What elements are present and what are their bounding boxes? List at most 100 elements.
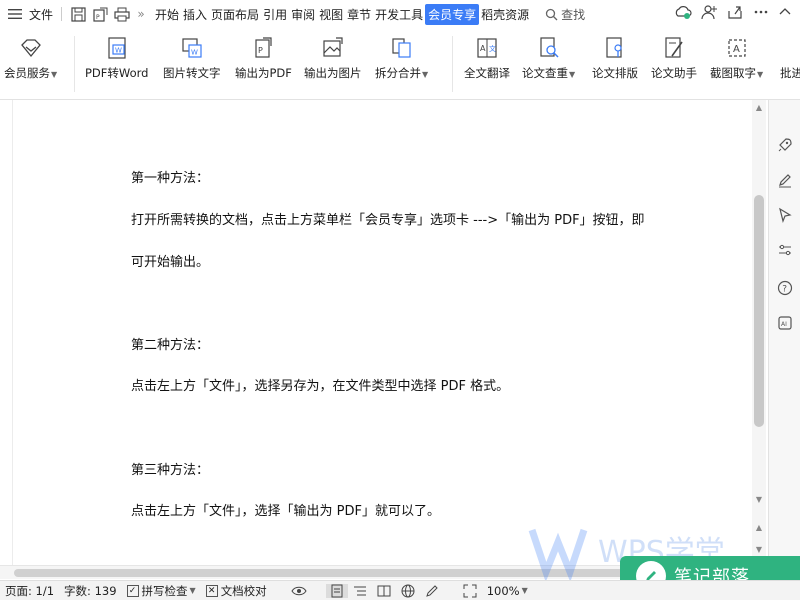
checkbox-icon: ✓ [126,584,139,597]
method-three-heading: 第三种方法： [131,463,210,478]
share-icon[interactable] [726,3,744,21]
export-image-button[interactable]: 输出为图片 [304,36,362,81]
full-translate-label: 全文翻译 [464,66,510,80]
svg-text:?: ? [782,285,787,295]
tab-view[interactable]: 视图 [317,6,345,23]
pdf-to-word-label: PDF转Word [85,66,149,80]
pen-mode-icon[interactable] [420,584,444,598]
tab-insert[interactable]: 插入 [181,6,209,23]
member-service-button[interactable]: 会员服务▼ [4,36,57,81]
vertical-scrollbar[interactable]: ▲ ▼ ▲ ▼ [752,100,766,565]
ai-assistant-icon[interactable]: AI [777,315,793,331]
rocket-icon[interactable] [777,137,793,153]
export-image-icon [323,37,343,57]
tab-chapter[interactable]: 章节 [345,6,373,23]
paper-assistant-button[interactable]: 论文助手 [651,36,697,81]
ribbon-toolbar: 会员服务▼ W PDF转Word W 图片转文字 P 输出为PDF 输出为图片 … [0,28,800,100]
screenshot-text-label: 截图取字 [710,66,756,80]
save-icon[interactable] [67,3,89,25]
paper-assistant-icon [665,37,683,58]
export-pdf-icon: P [255,37,273,58]
cursor-icon[interactable] [777,207,793,223]
scroll-down-arrow-icon[interactable]: ▼ [754,495,764,504]
svg-text:A: A [480,44,486,53]
print-icon[interactable] [111,3,133,25]
plagiarism-check-label: 论文查重 [522,66,568,80]
zoom-level[interactable]: 100% ▼ [482,584,533,598]
document-page[interactable]: 第一种方法： 打开所需转换的文档，点击上方菜单栏「会员专享」选项卡 --->「输… [12,100,752,565]
page-view-icon[interactable] [325,583,348,598]
export-image-label: 输出为图片 [304,66,362,80]
method-one-heading: 第一种方法： [131,171,210,186]
tab-review[interactable]: 审阅 [289,6,317,23]
plagiarism-check-icon [539,37,559,58]
tab-developer[interactable]: 开发工具 [373,6,425,23]
search-box[interactable]: 查找 [545,6,585,23]
full-translate-button[interactable]: A文 全文翻译 [464,36,510,81]
divider [61,7,63,21]
svg-text:文: 文 [489,44,496,53]
divider [452,36,453,92]
plagiarism-check-button[interactable]: 论文查重▼ [522,36,575,81]
eye-icon[interactable] [286,585,312,597]
side-panel: ? AI [768,100,800,565]
window-actions [674,3,792,21]
sliders-icon[interactable] [777,242,793,258]
search-icon [546,8,558,20]
batch-button[interactable]: 批进 [780,65,800,81]
batch-label: 批进 [780,66,800,80]
paper-assistant-label: 论文助手 [651,66,697,80]
method-three-text: 点击左上方「文件」，选择「输出为 PDF」就可以了。 [131,504,440,519]
page-count[interactable]: 页面: 1/1 [0,583,59,599]
chevron-down-icon: ▼ [521,586,528,595]
tab-member[interactable]: 会员专享 [425,3,480,25]
tab-home[interactable]: 开始 [153,6,181,23]
chevron-up-icon[interactable] [778,3,792,21]
paper-layout-label: 论文排版 [592,66,638,80]
proofread-button[interactable]: ✕ 文档校对 [201,583,272,599]
share-user-icon[interactable] [700,3,718,21]
tab-docer[interactable]: 稻壳资源 [479,6,531,23]
tab-page-layout[interactable]: 页面布局 [209,6,261,23]
pen-icon[interactable] [777,172,793,188]
export-pdf-label: 输出为PDF [235,66,292,80]
help-icon[interactable]: ? [777,280,793,296]
menu-icon[interactable] [4,3,26,25]
export-icon[interactable]: P [89,3,111,25]
split-merge-label: 拆分合并 [375,66,421,80]
screenshot-text-button[interactable]: A 截图取字▼ [710,36,763,81]
tab-references[interactable]: 引用 [261,6,289,23]
paper-layout-button[interactable]: 论文排版 [592,36,638,81]
fit-page-icon[interactable] [458,584,482,598]
vertical-scroll-thumb[interactable] [754,195,764,427]
svg-text:W: W [191,49,198,57]
cloud-sync-icon[interactable] [674,3,692,21]
document-area[interactable]: 第一种方法： 打开所需转换的文档，点击上方菜单栏「会员专享」选项卡 --->「输… [0,100,768,565]
more-chevron-icon[interactable]: » [133,3,149,25]
more-options-icon[interactable] [752,3,770,21]
svg-text:A: A [733,44,740,55]
split-merge-button[interactable]: 拆分合并▼ [375,36,428,81]
outline-view-icon[interactable] [348,585,372,597]
file-menu[interactable]: 文件 [26,6,56,23]
svg-text:W: W [115,47,122,55]
pdf-to-word-button[interactable]: W PDF转Word [85,36,148,81]
scroll-up-arrow-icon[interactable]: ▲ [754,103,764,112]
svg-text:P: P [258,46,263,55]
method-one-text-line1: 打开所需转换的文档，点击上方菜单栏「会员专享」选项卡 --->「输出为 PDF」… [131,213,645,228]
diamond-icon [20,39,41,58]
method-one-text-line2: 可开始输出。 [131,255,210,270]
word-count[interactable]: 字数: 139 [59,583,121,599]
reading-view-icon[interactable] [372,585,396,597]
export-pdf-button[interactable]: P 输出为PDF [235,36,292,81]
menu-bar: 文件 P » 开始 插入 页面布局 引用 审阅 视图 章节 开发工具 会员专享 … [0,0,800,28]
image-to-text-button[interactable]: W 图片转文字 [163,36,221,81]
svg-text:AI: AI [781,321,787,328]
search-label: 查找 [561,7,586,22]
paper-layout-icon [606,37,622,58]
method-two-heading: 第二种方法： [131,338,210,353]
member-service-label: 会员服务 [4,66,50,80]
spellcheck-button[interactable]: ✓ 拼写检查 ▼ [122,583,201,599]
spellcheck-label: 拼写检查 [141,583,188,598]
web-view-icon[interactable] [396,584,420,598]
